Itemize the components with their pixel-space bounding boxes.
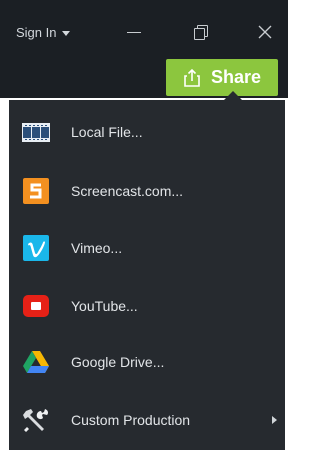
close-button[interactable] (250, 18, 280, 46)
local-file-film-icon (22, 123, 50, 142)
sign-in-button[interactable]: Sign In (16, 22, 71, 42)
menu-item-youtube[interactable]: YouTube... (9, 282, 285, 330)
menu-pointer (224, 91, 242, 100)
close-icon (258, 25, 272, 39)
menu-item-custom-production[interactable]: Custom Production (9, 396, 285, 444)
caret-down-icon (62, 30, 71, 36)
menu-item-label: Vimeo... (71, 240, 123, 256)
menu-item-label: Custom Production (71, 412, 191, 428)
menu-item-label: Local File... (71, 124, 143, 140)
menu-item-vimeo[interactable]: Vimeo... (9, 224, 285, 272)
share-dropdown-menu: Local File... Screencast.com... Vimeo...… (9, 100, 285, 450)
sign-in-label: Sign In (16, 24, 57, 40)
minimize-icon (127, 32, 141, 33)
submenu-arrow-icon (272, 416, 277, 424)
restore-button[interactable] (186, 18, 216, 46)
youtube-play-icon (23, 295, 49, 317)
window-edge (288, 0, 293, 462)
menu-item-local-file[interactable]: Local File... (9, 108, 285, 156)
menu-item-google-drive[interactable]: Google Drive... (9, 338, 285, 386)
menu-item-label: Google Drive... (71, 354, 165, 370)
vimeo-v-icon (23, 235, 49, 261)
share-upload-icon (184, 68, 200, 87)
tools-icon (23, 409, 49, 432)
share-label: Share (210, 67, 262, 87)
menu-item-label: Screencast.com... (71, 183, 184, 199)
share-button[interactable]: Share (166, 59, 278, 96)
minimize-button[interactable] (120, 18, 150, 46)
google-drive-icon (23, 351, 49, 373)
title-bar: Sign In Share (0, 0, 288, 98)
menu-item-screencast[interactable]: Screencast.com... (9, 167, 285, 215)
screencast-s-icon (23, 178, 49, 204)
menu-item-label: YouTube... (71, 298, 138, 314)
